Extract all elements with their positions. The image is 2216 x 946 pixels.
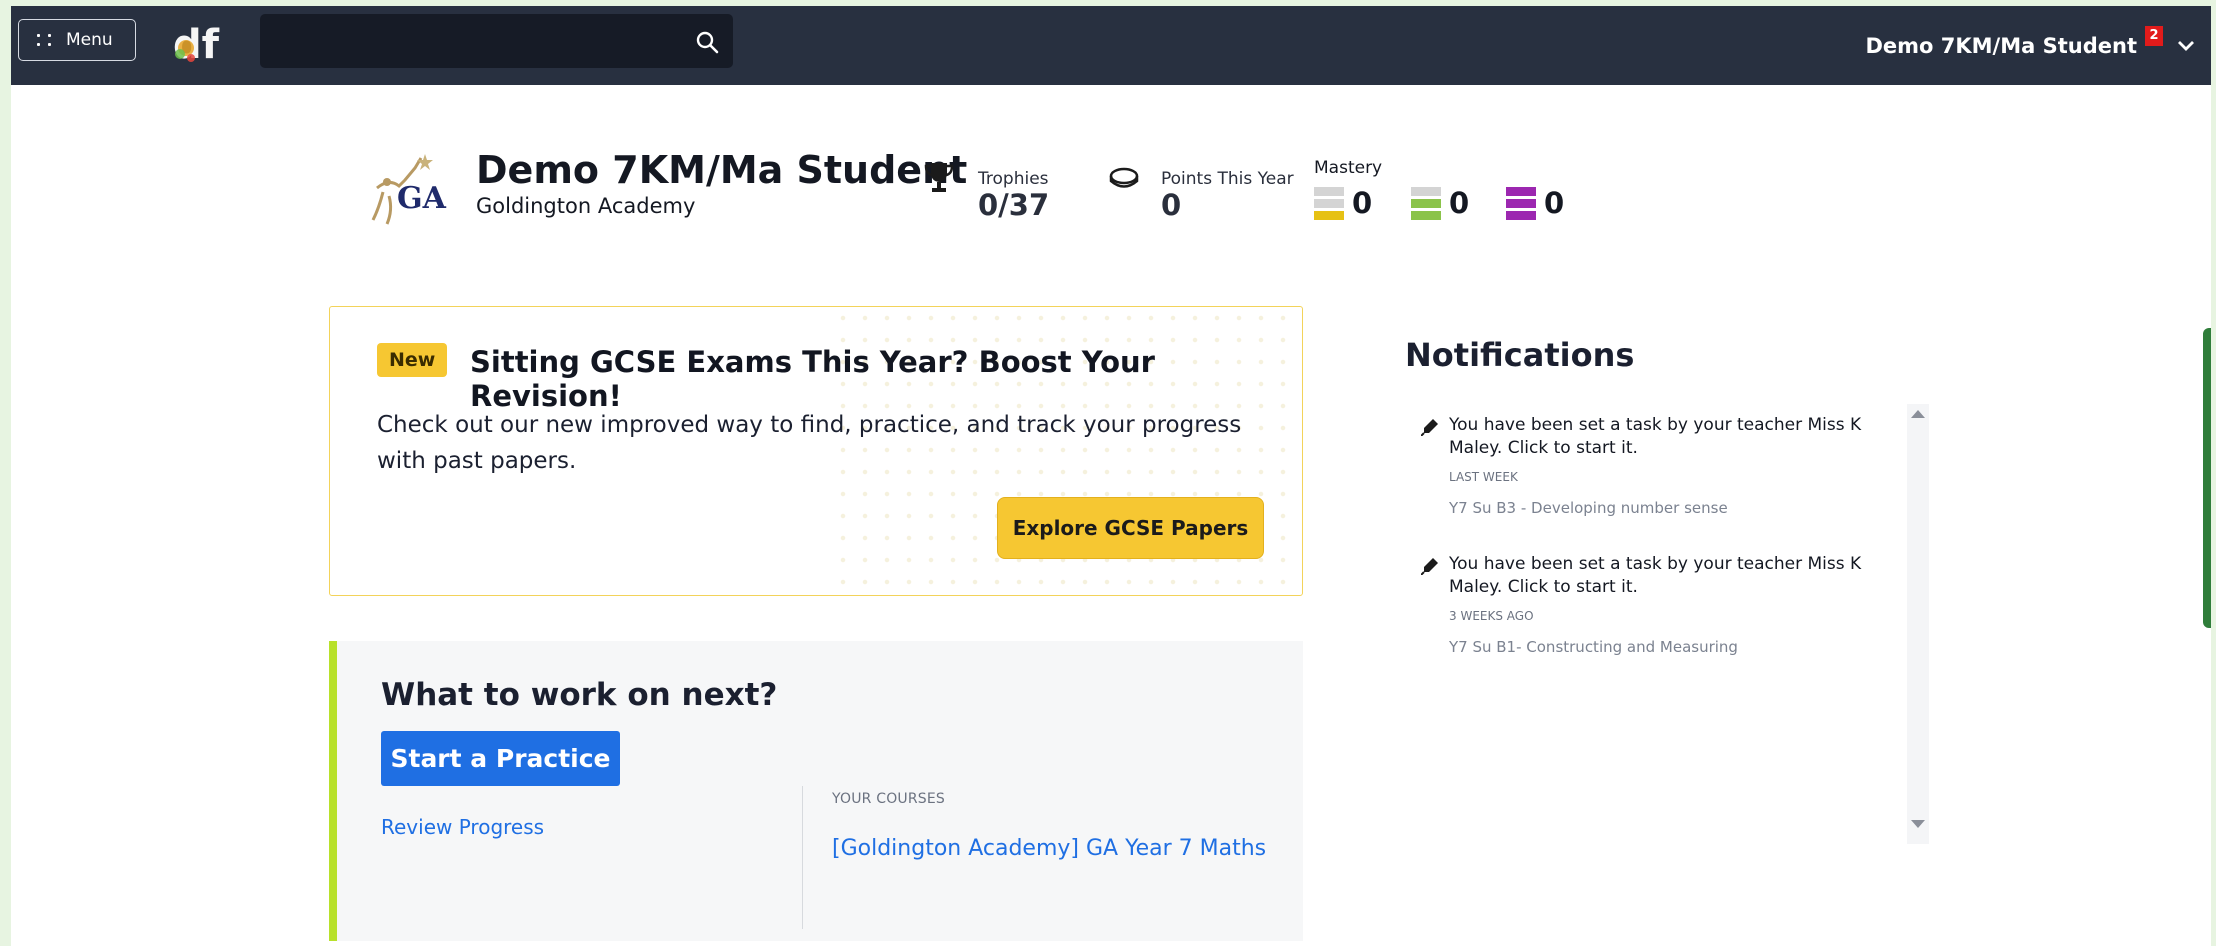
mastery-gold-value: 0 — [1544, 186, 1565, 220]
mastery-bar — [1506, 186, 1536, 196]
mastery-bar — [1411, 210, 1441, 220]
mastery-bar — [1411, 186, 1441, 196]
scrollbar[interactable] — [1907, 404, 1929, 844]
mastery-bronze: 0 — [1314, 186, 1372, 220]
search-bar — [260, 14, 733, 68]
notification-item[interactable]: You have been set a task by your teacher… — [1405, 553, 1895, 663]
mastery-silver-icon — [1411, 186, 1441, 220]
df-logo[interactable]: df — [171, 20, 231, 66]
trophies-label: Trophies — [978, 169, 1049, 189]
notifications-panel: You have been set a task by your teacher… — [1405, 404, 1945, 844]
pen-icon — [1421, 419, 1438, 436]
review-progress-link[interactable]: Review Progress — [381, 815, 544, 839]
mastery-bar — [1314, 186, 1344, 196]
points-value: 0 — [1161, 188, 1182, 222]
start-practice-button[interactable]: Start a Practice — [381, 731, 620, 786]
notification-message: You have been set a task by your teacher… — [1449, 554, 1862, 597]
app-frame: Menu df Demo 7KM/Ma Student 2 GA Demo 7K… — [11, 6, 2211, 946]
divider — [802, 786, 803, 929]
top-nav: Menu df Demo 7KM/Ma Student 2 — [11, 6, 2211, 85]
course-link[interactable]: [Goldington Academy] GA Year 7 Maths — [832, 836, 1266, 861]
menu-button[interactable]: Menu — [18, 19, 136, 61]
courses-label: YOUR COURSES — [832, 791, 946, 807]
trophy-icon — [924, 163, 954, 192]
gcse-promo-card: New Sitting GCSE Exams This Year? Boost … — [329, 306, 1303, 596]
search-icon[interactable] — [695, 30, 719, 54]
crest-text: GA — [397, 181, 447, 216]
chevron-down-icon — [2178, 40, 2194, 51]
promo-title: Sitting GCSE Exams This Year? Boost Your… — [470, 345, 1155, 413]
mastery-bar — [1314, 210, 1344, 220]
side-tab[interactable] — [2203, 328, 2211, 628]
trophies-value: 0/37 — [978, 188, 1050, 222]
mastery-bronze-icon — [1314, 186, 1344, 220]
mastery-gold-icon — [1506, 186, 1536, 220]
pen-icon — [1421, 558, 1438, 575]
search-input[interactable] — [260, 14, 680, 68]
mastery-bar — [1314, 198, 1344, 208]
mastery-label: Mastery — [1314, 158, 1383, 178]
mastery-gold: 0 — [1506, 186, 1564, 220]
mastery-bar — [1411, 198, 1441, 208]
coin-icon — [1109, 167, 1139, 188]
explore-gcse-papers-button[interactable]: Explore GCSE Papers — [997, 497, 1264, 559]
student-name: Demo 7KM/Ma Student — [476, 148, 968, 192]
menu-grip-icon — [37, 34, 52, 46]
notification-task: Y7 Su B3 - Developing number sense — [1449, 499, 1728, 517]
notification-message: You have been set a task by your teacher… — [1449, 415, 1862, 458]
mastery-silver-value: 0 — [1449, 186, 1470, 220]
notification-badge: 2 — [2145, 25, 2163, 46]
promo-text: Check out our new improved way to find, … — [377, 412, 1242, 474]
menu-label: Menu — [66, 30, 113, 50]
work-next-title: What to work on next? — [381, 677, 778, 713]
notification-item[interactable]: You have been set a task by your teacher… — [1405, 414, 1895, 524]
mastery-bronze-value: 0 — [1352, 186, 1373, 220]
mastery-silver: 0 — [1411, 186, 1469, 220]
notification-time: LAST WEEK — [1449, 470, 1518, 484]
user-name: Demo 7KM/Ma Student — [1865, 33, 2137, 58]
notification-time: 3 WEEKS AGO — [1449, 609, 1534, 623]
notification-task: Y7 Su B1- Constructing and Measuring — [1449, 638, 1738, 656]
new-badge: New — [377, 343, 448, 377]
points-label: Points This Year — [1161, 169, 1294, 189]
school-crest-logo: GA — [371, 154, 447, 225]
school-name: Goldington Academy — [476, 194, 696, 218]
user-menu[interactable]: Demo 7KM/Ma Student 2 — [1865, 6, 2195, 85]
work-next-card: What to work on next? Start a Practice R… — [329, 641, 1303, 941]
mastery-bar — [1506, 210, 1536, 220]
notifications-title: Notifications — [1405, 336, 1635, 374]
scroll-down-icon[interactable] — [1909, 818, 1927, 830]
scroll-up-icon[interactable] — [1909, 408, 1927, 420]
mastery-bar — [1506, 198, 1536, 208]
